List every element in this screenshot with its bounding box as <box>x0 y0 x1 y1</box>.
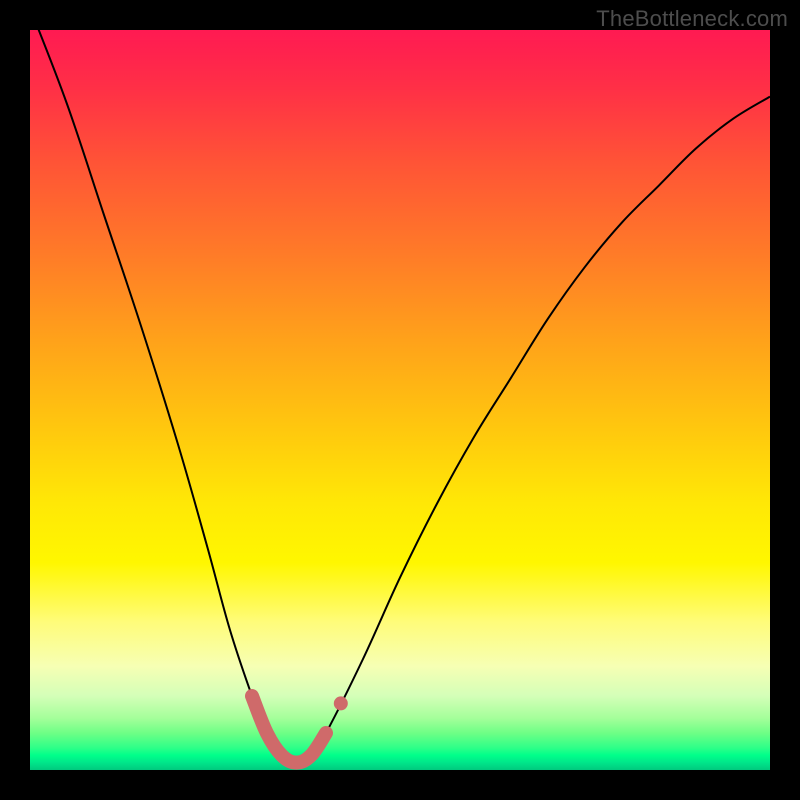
chart-frame: TheBottleneck.com <box>0 0 800 800</box>
curve-svg <box>30 30 770 770</box>
plot-area <box>30 30 770 770</box>
optimal-range-marker <box>252 696 326 763</box>
watermark-text: TheBottleneck.com <box>596 6 788 32</box>
optimal-range-dot <box>334 696 348 710</box>
bottleneck-curve <box>30 8 770 763</box>
